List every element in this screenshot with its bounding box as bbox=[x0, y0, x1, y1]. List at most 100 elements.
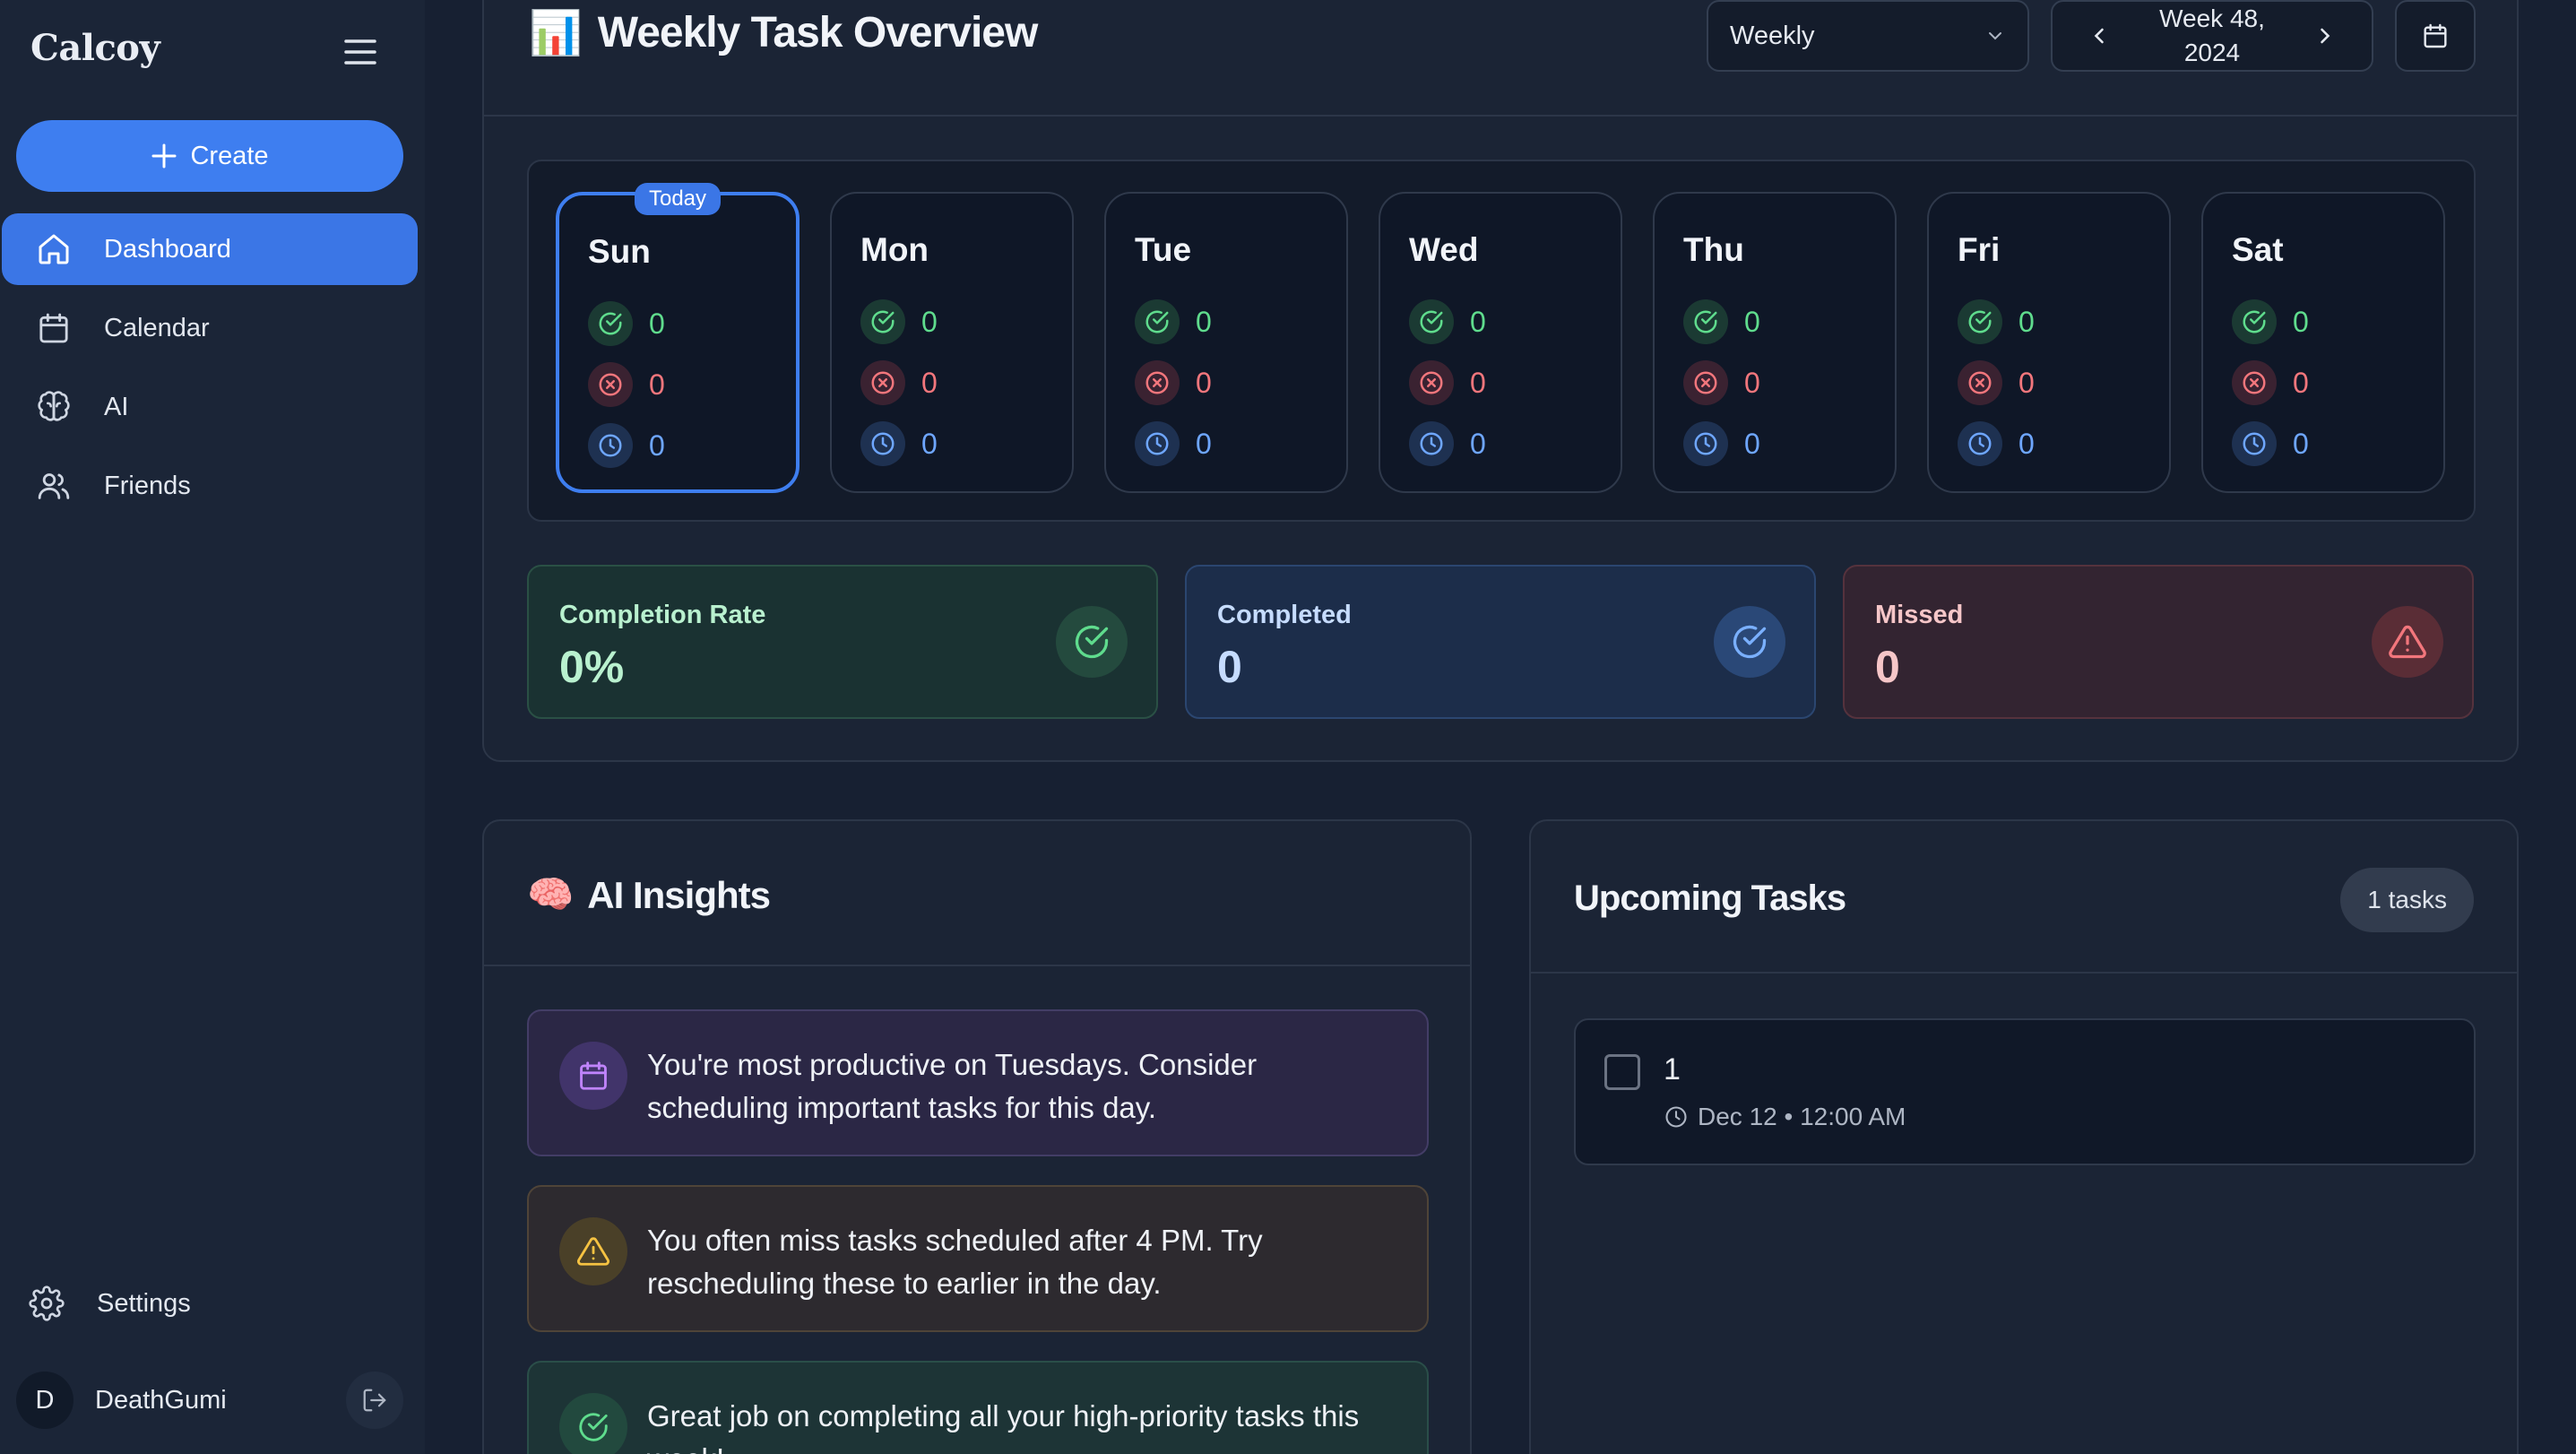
pending-stat: 0 bbox=[2232, 421, 2309, 466]
gear-icon bbox=[29, 1285, 65, 1321]
ai-insights-panel: 🧠 AI Insights You're most productive on … bbox=[482, 819, 1472, 1454]
completed-stat: 0 bbox=[1409, 299, 1486, 344]
username: DeathGumi bbox=[95, 1385, 227, 1415]
clock-icon bbox=[1664, 1104, 1689, 1129]
missed-stat: 0 bbox=[2232, 360, 2309, 405]
check-circle-icon bbox=[860, 299, 905, 344]
page-title-text: Weekly Task Overview bbox=[597, 9, 1039, 56]
insight-card: You're most productive on Tuesdays. Cons… bbox=[527, 1009, 1429, 1156]
sidebar-item-label: AI bbox=[104, 392, 129, 421]
day-card-mon[interactable]: Mon 0 0 0 bbox=[830, 192, 1074, 493]
pending-stat: 0 bbox=[860, 421, 938, 466]
view-select[interactable]: Weekly bbox=[1707, 0, 2029, 72]
day-name: Thu bbox=[1683, 231, 1744, 268]
completed-stat: 0 bbox=[860, 299, 938, 344]
app-logo[interactable]: Calcoy bbox=[30, 27, 160, 69]
day-card-wed[interactable]: Wed 0 0 0 bbox=[1379, 192, 1622, 493]
x-circle-icon bbox=[1409, 360, 1454, 405]
insight-text: You're most productive on Tuesdays. Cons… bbox=[647, 1048, 1258, 1124]
day-card-thu[interactable]: Thu 0 0 0 bbox=[1653, 192, 1897, 493]
task-checkbox[interactable] bbox=[1604, 1054, 1640, 1090]
pending-stat: 0 bbox=[588, 423, 665, 468]
day-name: Fri bbox=[1958, 231, 2001, 268]
insight-text: Great job on completing all your high-pr… bbox=[647, 1399, 1360, 1454]
week-label-line1: Week 48, bbox=[2159, 4, 2265, 32]
check-circle-icon bbox=[1958, 299, 2002, 344]
upcoming-tasks-panel: Upcoming Tasks 1 tasks 1 Dec 12 • 12:00 … bbox=[1529, 819, 2519, 1454]
clock-icon bbox=[860, 421, 905, 466]
user-profile: D DeathGumi bbox=[16, 1372, 403, 1429]
calendar-icon bbox=[559, 1042, 627, 1110]
view-select-value: Weekly bbox=[1730, 21, 1815, 50]
logout-button[interactable] bbox=[346, 1372, 403, 1429]
pending-count: 0 bbox=[649, 428, 665, 462]
task-item[interactable]: 1 Dec 12 • 12:00 AM bbox=[1574, 1018, 2476, 1165]
clock-icon bbox=[588, 423, 633, 468]
day-name: Wed bbox=[1409, 231, 1479, 268]
calendar-icon bbox=[36, 310, 72, 346]
chevron-left-icon[interactable] bbox=[2087, 23, 2112, 48]
sidebar-item-label: Friends bbox=[104, 471, 191, 500]
menu-toggle-icon[interactable] bbox=[341, 34, 380, 70]
settings-link[interactable]: Settings bbox=[2, 1268, 418, 1339]
create-label: Create bbox=[190, 141, 269, 170]
brain-emoji-icon: 🧠 bbox=[527, 873, 574, 915]
home-icon bbox=[36, 231, 72, 267]
users-icon bbox=[36, 468, 72, 504]
pending-stat: 0 bbox=[1958, 421, 2035, 466]
task-datetime: Dec 12 • 12:00 AM bbox=[1698, 1103, 1906, 1130]
x-circle-icon bbox=[1135, 360, 1180, 405]
task-title: 1 bbox=[1664, 1052, 1681, 1086]
completed-stat: 0 bbox=[2232, 299, 2309, 344]
divider bbox=[1531, 972, 2517, 974]
x-circle-icon bbox=[1683, 360, 1728, 405]
missed-count: 0 bbox=[649, 368, 665, 401]
missed-stat: 0 bbox=[860, 360, 938, 405]
pending-count: 0 bbox=[1744, 427, 1760, 460]
sidebar-item-friends[interactable]: Friends bbox=[2, 450, 418, 522]
sidebar-item-calendar[interactable]: Calendar bbox=[2, 292, 418, 364]
plus-icon bbox=[151, 143, 177, 169]
check-circle-icon bbox=[1683, 299, 1728, 344]
create-button[interactable]: Create bbox=[16, 120, 403, 192]
clock-icon bbox=[1958, 421, 2002, 466]
missed-card: Missed 0 bbox=[1843, 565, 2474, 719]
calendar-icon bbox=[2421, 22, 2450, 50]
sidebar-item-ai[interactable]: AI bbox=[2, 371, 418, 443]
section-title-text: AI Insights bbox=[587, 873, 771, 916]
avatar[interactable]: D bbox=[16, 1372, 73, 1429]
completed-stat: 0 bbox=[588, 301, 665, 346]
day-card-sat[interactable]: Sat 0 0 0 bbox=[2201, 192, 2445, 493]
completed-count: 0 bbox=[1744, 305, 1760, 338]
day-card-tue[interactable]: Tue 0 0 0 bbox=[1104, 192, 1348, 493]
clock-icon bbox=[2232, 421, 2277, 466]
pending-stat: 0 bbox=[1683, 421, 1760, 466]
insight-card: Great job on completing all your high-pr… bbox=[527, 1361, 1429, 1454]
sidebar-item-label: Calendar bbox=[104, 313, 210, 342]
day-name: Tue bbox=[1135, 231, 1192, 268]
date-picker-button[interactable] bbox=[2395, 0, 2476, 72]
sidebar: Calcoy Create Dashboard Calendar AI Frie… bbox=[0, 0, 425, 1454]
check-circle-icon bbox=[1056, 606, 1128, 678]
sidebar-item-dashboard[interactable]: Dashboard bbox=[2, 213, 418, 285]
day-card-fri[interactable]: Fri 0 0 0 bbox=[1927, 192, 2171, 493]
missed-count: 0 bbox=[2293, 366, 2309, 399]
check-circle-icon bbox=[559, 1393, 627, 1454]
clock-icon bbox=[1409, 421, 1454, 466]
x-circle-icon bbox=[2232, 360, 2277, 405]
pending-stat: 0 bbox=[1135, 421, 1212, 466]
completed-card: Completed 0 bbox=[1185, 565, 1816, 719]
logout-icon bbox=[361, 1387, 388, 1414]
settings-label: Settings bbox=[97, 1288, 191, 1318]
completed-stat: 0 bbox=[1958, 299, 2035, 344]
day-name: Sat bbox=[2232, 231, 2284, 268]
divider bbox=[484, 115, 2517, 117]
check-circle-icon bbox=[1714, 606, 1785, 678]
x-circle-icon bbox=[1958, 360, 2002, 405]
week-label-line2: 2024 bbox=[2183, 39, 2241, 66]
chevron-right-icon[interactable] bbox=[2312, 23, 2338, 48]
pending-count: 0 bbox=[1196, 427, 1212, 460]
week-days-strip: Today Sun 0 0 0 Mon 0 0 0 Tue 0 0 0 Wed 0 0 0 Thu 0 0 0 Fri 0 0… bbox=[527, 160, 2476, 522]
day-card-sun[interactable]: Today Sun 0 0 0 bbox=[556, 183, 800, 493]
sidebar-nav: Dashboard Calendar AI Friends bbox=[0, 213, 425, 529]
